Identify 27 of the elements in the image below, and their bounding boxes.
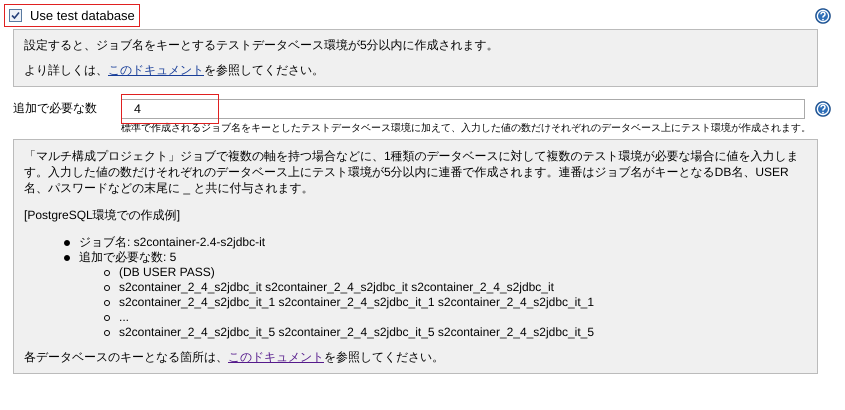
checkbox-label: Use test database (30, 8, 135, 23)
help-text: 各データベースのキーとなる箇所は、このドキュメント を参照してください。 (24, 350, 445, 365)
list-item-text: 追加で必要な数: 5 (79, 250, 176, 265)
document-link[interactable]: このドキュメント (228, 350, 324, 364)
help-text: 「マルチ構成プロジェクト」ジョブで複数の軸を持つ場合などに、1種類のデータベースに対して複数のテスト環境が必要な場合に値を入力します。入力した値の数だけそれぞれのデータベース上にテスト環境が5分以内に連番で作成されます。連番はジョブ名がキーとなるDB名、USER名、パスワードなどの末尾に _ と共に付与されます。 (24, 148, 800, 196)
help-icon[interactable] (815, 101, 831, 117)
list-item-text: s2container_2_4_s2jdbc_it_5 s2container_2_4_s2jdbc_it_5 s2container_2_4_s2jdbc_it_5 (119, 325, 594, 340)
list-item-text: ジョブ名: s2container-2.4-s2jdbc-it (79, 235, 266, 250)
list-item-text: s2container_2_4_s2jdbc_it s2container_2_4_s2jdbc_it s2container_2_4_s2jdbc_it (119, 280, 554, 295)
list-item-text: ... (119, 310, 130, 325)
bullet-icon (104, 284, 110, 290)
help-icon[interactable] (815, 8, 831, 24)
bullet-icon (64, 240, 70, 246)
list-item-text: (DB USER PASS) (119, 265, 215, 280)
document-link[interactable]: このドキュメント (108, 63, 204, 77)
bullet-icon (104, 300, 110, 306)
checkbox[interactable] (9, 9, 22, 22)
input-field[interactable]: 4 (121, 99, 805, 119)
bullet-icon (104, 330, 110, 336)
field-label: 追加で必要な数 (13, 100, 98, 116)
help-text: 設定すると、ジョブ名をキーとするテストデータベース環境が5分以内に作成されます。 (24, 38, 500, 53)
list-item-text: s2container_2_4_s2jdbc_it_1 s2container_2_4_s2jdbc_it_1 s2container_2_4_s2jdbc_it_1 (119, 295, 594, 310)
example-heading: [PostgreSQL環境での作成例] (24, 208, 182, 223)
bullet-icon (64, 254, 70, 260)
help-text: より詳しくは、このドキュメント を参照してください。 (24, 63, 325, 78)
bullet-icon (104, 270, 110, 276)
bullet-icon (104, 314, 110, 320)
